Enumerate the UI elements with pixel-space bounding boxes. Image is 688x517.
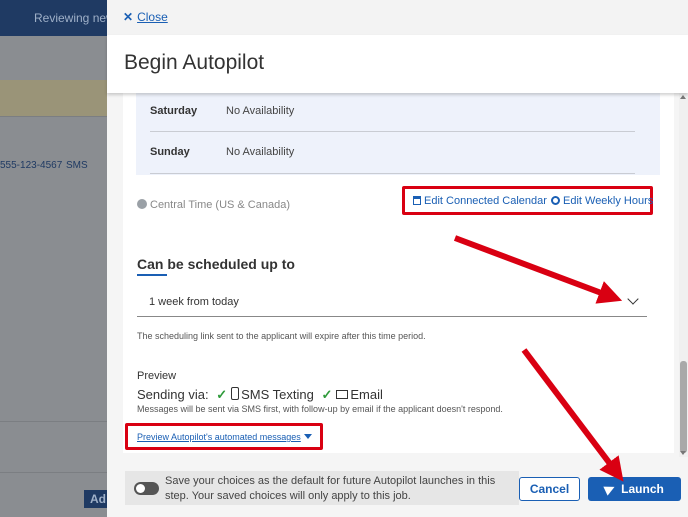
scroll-down-icon[interactable] [680, 451, 686, 455]
background-header: Reviewing new [0, 0, 115, 36]
sms-channel-label: SMS Texting [241, 387, 314, 402]
settings-card: Saturday No Availability Sunday No Avail… [123, 93, 674, 453]
schedule-value: 1 week from today [149, 296, 239, 308]
divider [0, 421, 110, 422]
schedule-help-text: The scheduling link sent to the applican… [137, 331, 426, 341]
preview-link-highlight: Preview Autopilot's automated messages [125, 423, 323, 450]
timezone-text: Central Time (US & Canada) [150, 199, 290, 211]
chevron-down-icon[interactable] [627, 293, 639, 305]
edit-hours-label: Edit Weekly Hours [563, 195, 654, 207]
edit-connected-calendar-link[interactable]: Edit Connected Calendar [413, 195, 547, 207]
preview-link-label: Preview Autopilot's automated messages [137, 432, 301, 442]
toggle-knob [136, 484, 145, 493]
background-sms: SMS [66, 160, 88, 171]
save-default-toggle[interactable] [134, 482, 159, 495]
drawer-content: Saturday No Availability Sunday No Avail… [107, 93, 688, 457]
schedule-heading: Can be scheduled up to [137, 256, 295, 272]
close-icon: ✕ [123, 10, 134, 24]
preview-heading: Preview [137, 370, 177, 382]
availability-value: No Availability [226, 146, 295, 158]
save-choices-box: Save your choices as the default for fut… [125, 471, 519, 505]
cancel-button[interactable]: Cancel [519, 477, 580, 501]
background-band [0, 80, 110, 116]
scrollbar-thumb[interactable] [680, 361, 687, 453]
background-header-text: Reviewing new [34, 11, 115, 25]
footer: Save your choices as the default for fut… [107, 457, 688, 517]
edit-weekly-hours-link[interactable]: Edit Weekly Hours [551, 195, 653, 207]
phone-icon [231, 387, 240, 400]
scroll-up-icon[interactable] [680, 95, 686, 99]
autopilot-drawer: ✕ Close Begin Autopilot Saturday No Avail… [107, 0, 688, 517]
divider [0, 472, 110, 473]
save-choices-text: Save your choices as the default for fut… [165, 475, 496, 502]
sending-note: Messages will be sent via SMS first, wit… [137, 404, 503, 414]
launch-label: Launch [621, 482, 664, 496]
page-title: Begin Autopilot [124, 51, 265, 74]
background-phone: 555-123-4567 [0, 160, 63, 171]
divider [150, 131, 635, 132]
check-icon: ✓ [321, 387, 333, 402]
schedule-select[interactable]: 1 week from today [137, 287, 647, 317]
close-label: Close [137, 10, 168, 24]
close-bar: ✕ Close [107, 0, 688, 35]
caret-down-icon [303, 434, 312, 439]
title-bar: Begin Autopilot [107, 35, 688, 93]
send-icon [603, 482, 617, 496]
sending-via-label: Sending via: [137, 387, 209, 402]
launch-button[interactable]: Launch [588, 477, 681, 501]
sending-via: Sending via: ✓ SMS Texting ✓ Email [137, 387, 383, 403]
mail-icon [336, 390, 349, 399]
calendar-icon [413, 196, 421, 205]
divider [0, 116, 110, 117]
availability-day: Saturday [150, 105, 198, 117]
availability-table: Saturday No Availability Sunday No Avail… [136, 93, 660, 175]
check-icon: ✓ [216, 387, 228, 402]
divider [150, 173, 635, 174]
globe-icon [137, 199, 147, 209]
preview-messages-link[interactable]: Preview Autopilot's automated messages [137, 432, 312, 442]
edit-links-highlight: Edit Connected Calendar Edit Weekly Hour… [402, 186, 653, 215]
email-channel-label: Email [350, 387, 383, 402]
scrollbar[interactable] [679, 93, 688, 457]
close-link[interactable]: ✕ Close [123, 10, 168, 24]
edit-calendar-label: Edit Connected Calendar [424, 195, 547, 207]
availability-day: Sunday [150, 146, 190, 158]
timezone-label: Central Time (US & Canada) [137, 199, 290, 211]
heading-underline [137, 274, 167, 276]
availability-value: No Availability [226, 105, 295, 117]
gear-icon [551, 196, 560, 205]
